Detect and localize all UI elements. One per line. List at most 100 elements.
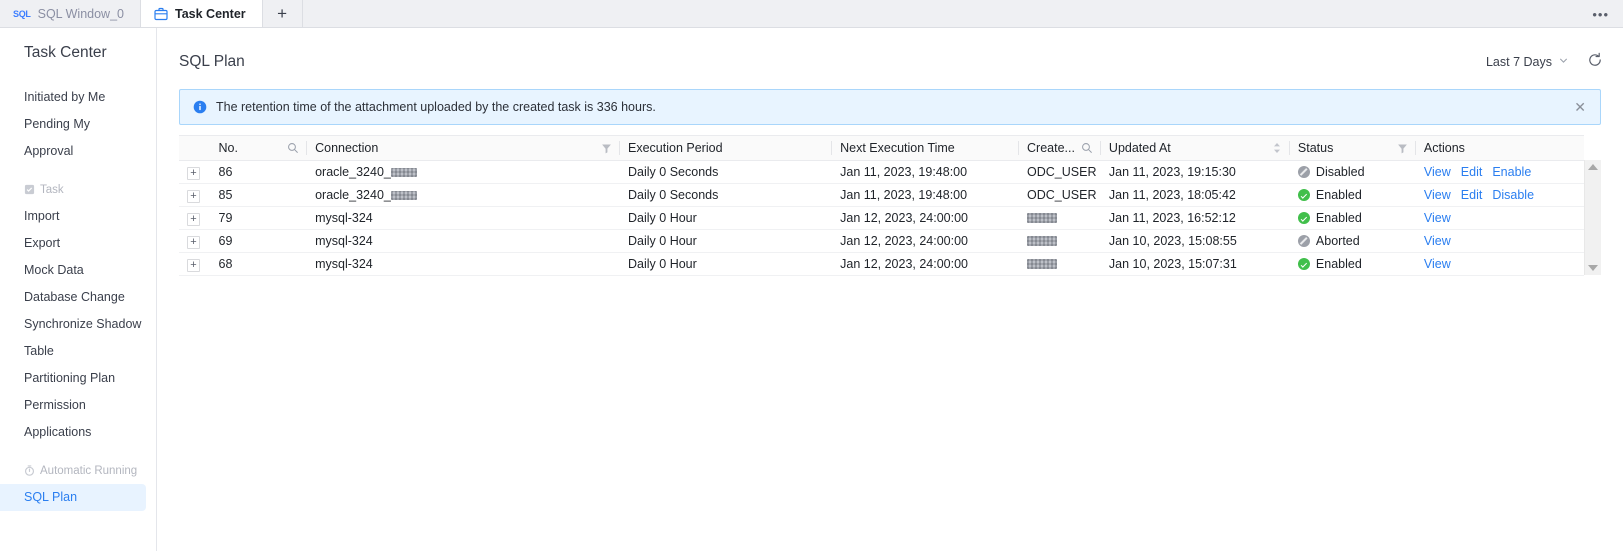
cell-creator [1019, 252, 1101, 276]
sidebar-item-mock-data[interactable]: Mock Data [0, 257, 156, 284]
filter-icon[interactable] [1397, 143, 1408, 154]
column-header-no: No. [210, 135, 308, 161]
plus-icon: + [277, 3, 288, 23]
row-expander-cell: + [179, 206, 211, 230]
redacted-text [390, 191, 417, 200]
status-badge: Disabled [1315, 165, 1365, 179]
sidebar-item-applications[interactable]: Applications [0, 419, 156, 446]
column-label: Create... [1027, 141, 1075, 155]
expand-row-button[interactable]: + [187, 189, 200, 203]
sidebar-item-database-change[interactable]: Database Change [0, 284, 156, 311]
cell-execution-period: Daily 0 Seconds [620, 183, 833, 207]
time-range-dropdown[interactable]: Last 7 Days [1486, 55, 1569, 69]
table-row[interactable]: + 86 oracle_3240_ Daily 0 Seconds Jan 11… [179, 160, 1584, 184]
sidebar-group-label: Automatic Running [40, 464, 138, 477]
column-label: Execution Period [628, 141, 723, 155]
sidebar-item-pending-my[interactable]: Pending My [0, 111, 156, 138]
sidebar-item-initiated-by-me[interactable]: Initiated by Me [0, 84, 156, 111]
disable-link[interactable]: Disable [1492, 188, 1534, 202]
sidebar-item-import[interactable]: Import [0, 203, 156, 230]
sidebar-item-permission[interactable]: Permission [0, 392, 156, 419]
row-expander-cell: + [179, 160, 211, 184]
page-title: SQL Plan [179, 53, 245, 70]
redacted-text [1027, 236, 1058, 246]
row-expander-cell: + [179, 252, 211, 276]
column-header-connection: Connection [307, 135, 621, 161]
cell-actions: View Edit Disable [1415, 183, 1584, 207]
sql-plan-table-container: No. Connection Execution Period Next Exe… [179, 135, 1601, 276]
sql-plan-table: No. Connection Execution Period Next Exe… [179, 135, 1584, 276]
column-header-execution-period: Execution Period [620, 135, 833, 161]
view-link[interactable]: View [1424, 234, 1451, 248]
sidebar-group-label: Task [40, 183, 64, 196]
column-header-next-execution-time: Next Execution Time [832, 135, 1020, 161]
status-badge: Enabled [1315, 188, 1362, 202]
status-badge: Aborted [1315, 234, 1360, 248]
sidebar-item-label: Export [24, 236, 61, 250]
enable-link[interactable]: Enable [1492, 165, 1531, 179]
cell-actions: View [1415, 252, 1584, 276]
table-vertical-scrollbar[interactable] [1584, 160, 1601, 275]
sidebar-item-export[interactable]: Export [0, 230, 156, 257]
sidebar-item-table[interactable]: Table [0, 338, 156, 365]
sidebar-group-task: Task [0, 176, 156, 203]
sidebar-item-label: Applications [24, 425, 92, 439]
view-link[interactable]: View [1424, 188, 1451, 202]
chevron-down-icon [1558, 55, 1569, 69]
cell-actions: View [1415, 206, 1584, 230]
task-center-icon [154, 7, 168, 21]
expand-row-button[interactable]: + [187, 212, 200, 226]
cell-execution-period: Daily 0 Hour [620, 206, 833, 230]
new-tab-button[interactable]: + [262, 0, 303, 27]
edit-link[interactable]: Edit [1461, 188, 1483, 202]
row-expander-cell: + [179, 183, 211, 207]
tab-overflow-menu-button[interactable]: ••• [1592, 0, 1609, 28]
view-link[interactable]: View [1424, 165, 1451, 179]
main-content: SQL Plan Last 7 Days The retention time … [157, 28, 1623, 551]
row-expander-cell: + [179, 229, 211, 253]
sidebar-item-partitioning-plan[interactable]: Partitioning Plan [0, 365, 156, 392]
edit-link[interactable]: Edit [1461, 165, 1483, 179]
filter-icon[interactable] [601, 143, 612, 154]
sidebar-item-label: Initiated by Me [24, 90, 106, 104]
cell-connection: mysql-324 [307, 252, 621, 276]
cell-status: Enabled [1289, 252, 1416, 276]
time-range-label: Last 7 Days [1485, 55, 1552, 69]
view-link[interactable]: View [1424, 211, 1451, 225]
refresh-button[interactable] [1587, 52, 1603, 73]
scroll-up-arrow-icon[interactable] [1588, 164, 1598, 170]
close-icon[interactable]: ✕ [1574, 100, 1586, 114]
search-icon[interactable] [1081, 142, 1093, 154]
sidebar-item-sql-plan[interactable]: SQL Plan [0, 484, 146, 511]
view-link[interactable]: View [1424, 257, 1451, 271]
cell-updated-at: Jan 10, 2023, 15:07:31 [1100, 252, 1290, 276]
expand-row-button[interactable]: + [187, 166, 200, 180]
cell-connection: mysql-324 [307, 229, 621, 253]
cell-next-execution-time: Jan 11, 2023, 19:48:00 [832, 183, 1020, 207]
table-row[interactable]: + 85 oracle_3240_ Daily 0 Seconds Jan 11… [179, 183, 1584, 207]
table-row[interactable]: + 79 mysql-324 Daily 0 Hour Jan 12, 2023… [179, 206, 1584, 230]
cell-next-execution-time: Jan 12, 2023, 24:00:00 [832, 229, 1020, 253]
expand-row-button[interactable]: + [187, 258, 200, 272]
sidebar-item-label: Approval [24, 144, 74, 158]
sidebar-group-automatic-running: Automatic Running [0, 457, 156, 484]
sidebar-item-synchronize-shadow[interactable]: Synchronize Shadow [0, 311, 156, 338]
status-enabled-icon [1297, 212, 1310, 224]
table-body: + 86 oracle_3240_ Daily 0 Seconds Jan 11… [179, 160, 1584, 276]
cell-actions: View Edit Enable [1415, 160, 1584, 184]
tab-sql-window-0[interactable]: SQL SQL Window_0 [0, 0, 141, 27]
sidebar-item-label: Permission [24, 398, 86, 412]
table-row[interactable]: + 69 mysql-324 Daily 0 Hour Jan 12, 2023… [179, 229, 1584, 253]
scroll-down-arrow-icon[interactable] [1588, 265, 1598, 271]
search-icon[interactable] [287, 142, 299, 154]
connection-name: oracle_3240_ [315, 165, 391, 179]
table-row[interactable]: + 68 mysql-324 Daily 0 Hour Jan 12, 2023… [179, 252, 1584, 276]
sort-icon[interactable] [1272, 141, 1282, 155]
cell-execution-period: Daily 0 Hour [620, 252, 833, 276]
column-header-creator: Create... [1019, 135, 1101, 161]
tab-task-center[interactable]: Task Center [141, 0, 263, 27]
expand-row-button[interactable]: + [187, 235, 200, 249]
cell-execution-period: Daily 0 Seconds [620, 160, 833, 184]
sidebar-item-approval[interactable]: Approval [0, 138, 156, 165]
cell-creator [1019, 206, 1101, 230]
